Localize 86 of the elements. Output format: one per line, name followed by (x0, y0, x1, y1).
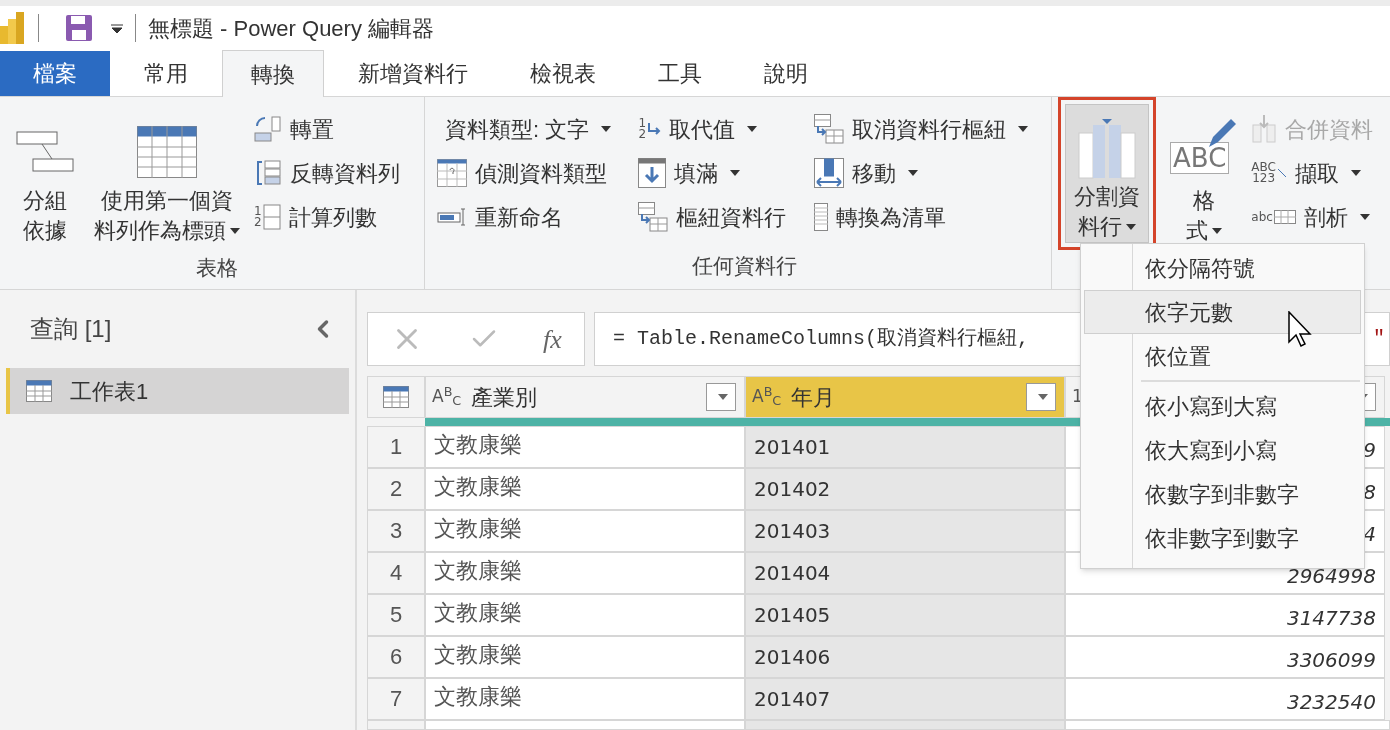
ribbon-large-button[interactable]: 分組 依據 (10, 107, 80, 246)
split-column-icon (1078, 118, 1136, 179)
ribbon-tab[interactable]: 檔案 (0, 51, 110, 96)
table-cell: 201406 (745, 636, 1065, 678)
list-icon (814, 203, 829, 231)
table-cell: 3147738 (1065, 594, 1385, 636)
ribbon-button[interactable]: 反轉資料列 (254, 151, 424, 195)
caret-icon (1038, 394, 1048, 400)
row-number: 1 (367, 426, 425, 468)
table-cell: 文教康樂 (425, 510, 745, 552)
menu-item[interactable]: 依分隔符號 (1084, 246, 1361, 290)
table-icon (26, 380, 52, 402)
ribbon-button[interactable]: 1 2 計算列數 (254, 195, 424, 239)
pivot-table-icon (638, 202, 669, 232)
group-label: 表格 (195, 254, 239, 281)
ribbon-button[interactable]: 填滿 (638, 151, 807, 195)
reverse-rows-icon (254, 159, 282, 187)
ribbon-button[interactable]: 資料類型: 文字 (437, 107, 631, 151)
ribbon-tab[interactable]: 工具 (630, 51, 730, 96)
table-cell: 文教康樂 (425, 468, 745, 510)
table-cell: 文教康樂 (425, 594, 745, 636)
group-blocks-icon (16, 130, 74, 173)
menu-item[interactable]: 依小寫到大寫 (1084, 384, 1361, 428)
caret-icon (718, 394, 728, 400)
window-title: 無標題 - Power Query 編輯器 (148, 14, 435, 43)
ribbon-button[interactable]: 樞紐資料行 (638, 195, 807, 239)
ribbon-large-button[interactable]: 分割資 料行 (1065, 104, 1149, 243)
bar-chart-logo-icon (0, 12, 26, 44)
table-cell: 文教康樂 (425, 636, 745, 678)
row-number: 2 (367, 468, 425, 510)
row-number: 6 (367, 636, 425, 678)
rename-field-icon (437, 208, 467, 226)
table-cell: 201401 (745, 426, 1065, 468)
filter-dropdown[interactable] (1026, 383, 1056, 411)
table-question-icon (437, 159, 467, 187)
row-number: 3 (367, 510, 425, 552)
table-cell: 文教康樂 (425, 678, 745, 720)
table-cell: 201407 (745, 678, 1065, 720)
table-cell: 文教康樂 (425, 426, 745, 468)
ribbon-button[interactable]: 重新命名 (437, 195, 631, 239)
dropdown-caret-icon[interactable] (111, 23, 123, 33)
table-cell: 201403 (745, 510, 1065, 552)
ribbon-tab[interactable]: 說明 (736, 51, 836, 96)
table-cell: 文教康樂 (425, 552, 745, 594)
save-icon[interactable] (65, 14, 93, 42)
ribbon-tab[interactable]: 檢視表 (502, 51, 624, 96)
ribbon-tab[interactable]: 常用 (116, 51, 216, 96)
table-cell: 201405 (745, 594, 1065, 636)
table-cell: 3306099 (1065, 636, 1385, 678)
replace-arrow-icon (647, 122, 662, 136)
ribbon-button[interactable]: 轉置 (254, 107, 424, 151)
table-cell: 201404 (745, 552, 1065, 594)
table-cell: 201402 (745, 468, 1065, 510)
row-number (367, 720, 425, 730)
ribbon-button[interactable]: 轉換為清單 (814, 195, 1051, 239)
rows-icon (262, 204, 281, 230)
ribbon-button[interactable]: ABC 123 擷取 (1251, 151, 1390, 195)
ribbon-button[interactable]: abc 剖析 (1251, 195, 1390, 239)
row-number: 5 (367, 594, 425, 636)
ribbon-button[interactable]: 偵測資料類型 (437, 151, 631, 195)
table-icon (383, 386, 409, 408)
mouse-pointer-icon (1288, 311, 1314, 347)
group-label: 任何資料行 (690, 253, 798, 280)
pane-title: 查詢 [1] (30, 314, 112, 344)
merge-columns-icon (1251, 115, 1278, 143)
ribbon-button[interactable]: 移動 (814, 151, 1051, 195)
parse-table-icon (1273, 210, 1296, 224)
ribbon-tab[interactable]: 新增資料行 (330, 51, 496, 96)
menu-item[interactable]: 依字元數 (1084, 290, 1361, 334)
table-cell: 3232540 (1065, 678, 1385, 720)
formula-tail: " (1373, 326, 1385, 352)
ribbon-button[interactable]: 1 2 取代值 (638, 107, 807, 151)
ribbon-tab[interactable]: 轉換 (222, 50, 324, 97)
ribbon-large-button[interactable]: 使用第一個資 料列作為標頭 (88, 107, 246, 246)
table-icon (137, 125, 197, 178)
fill-down-icon (638, 158, 667, 188)
ribbon-button[interactable]: 取消資料行樞紐 (814, 107, 1051, 151)
fx-button[interactable]: fx (543, 319, 562, 359)
pivot-table-icon (814, 114, 845, 144)
move-column-icon (814, 158, 845, 188)
filter-dropdown[interactable] (706, 383, 736, 411)
row-number: 4 (367, 552, 425, 594)
transpose-icon (254, 116, 282, 142)
table-menu-button[interactable] (367, 376, 425, 418)
row-number: 7 (367, 678, 425, 720)
query-item[interactable]: 工作表1 (6, 368, 349, 414)
